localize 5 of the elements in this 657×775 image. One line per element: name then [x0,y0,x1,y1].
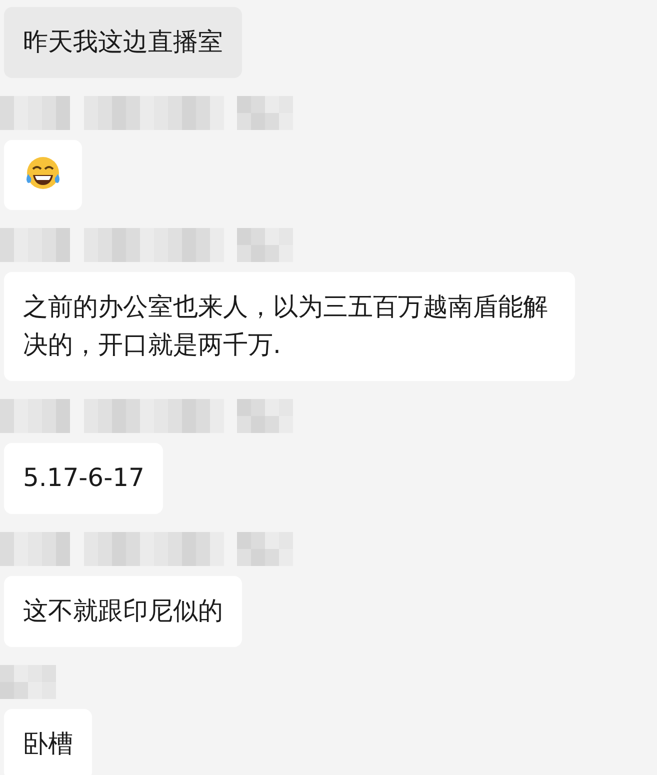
message-bubble: 5.17-6-17 [4,443,164,514]
message-bubble: 卧槽 [4,709,92,775]
message-bubble: 昨天我这边直播室 [4,7,242,78]
message-bubble: 之前的办公室也来人，以为三五百万越南盾能解决的，开口就是两千万. [4,272,575,381]
message-bubble: 这不就跟印尼似的 [4,576,242,647]
